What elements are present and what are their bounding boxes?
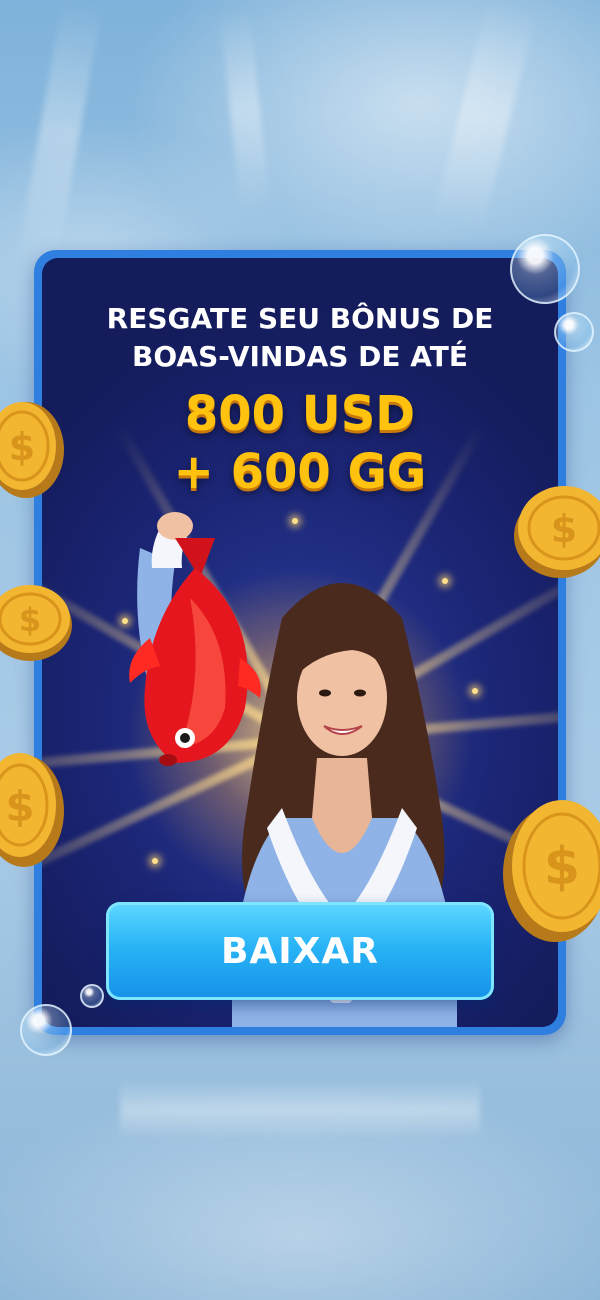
svg-text:$: $ (551, 507, 577, 551)
background-streak (120, 1080, 480, 1140)
download-button[interactable]: BAIXAR (106, 902, 494, 1000)
bubble-icon (554, 312, 594, 352)
promo-card: RESGATE SEU BÔNUS DE BOAS-VINDAS DE ATÉ … (34, 250, 566, 1035)
headline-line-2: BOAS-VINDAS DE ATÉ (132, 340, 468, 373)
bubble-icon (80, 984, 104, 1008)
bubble-icon (510, 234, 580, 304)
dollar-coin-icon: $ (0, 585, 72, 661)
svg-text:$: $ (9, 425, 35, 469)
bonus-amount-gg: + 600 GG (173, 444, 427, 500)
bonus-amount-usd: 800 USD (184, 386, 416, 442)
sparkle (292, 518, 298, 524)
svg-text:$: $ (5, 782, 34, 831)
svg-text:$: $ (19, 601, 41, 639)
promo-headline: RESGATE SEU BÔNUS DE BOAS-VINDAS DE ATÉ (42, 300, 558, 376)
dollar-coin-icon: $ (514, 486, 600, 578)
sparkle (472, 688, 478, 694)
background-streak (219, 8, 271, 212)
headline-line-1: RESGATE SEU BÔNUS DE (106, 302, 494, 335)
dollar-coin-icon: $ (0, 753, 64, 867)
svg-text:$: $ (544, 837, 580, 897)
bubble-icon (20, 1004, 72, 1056)
background-streak (17, 0, 103, 262)
dollar-coin-icon: $ (0, 402, 64, 498)
sparkle (152, 858, 158, 864)
fish-icon (129, 512, 261, 766)
background-streak (432, 0, 538, 233)
dollar-coin-icon: $ (503, 800, 600, 942)
